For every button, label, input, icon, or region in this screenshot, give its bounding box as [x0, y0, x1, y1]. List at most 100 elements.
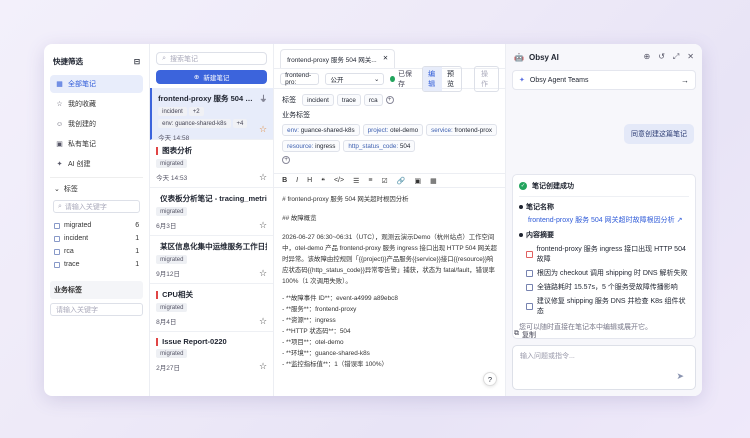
- sidebar-item-ai[interactable]: ✦ AI 创建: [50, 155, 143, 173]
- edit-mode-button[interactable]: 编辑: [423, 66, 443, 91]
- biz-tag-chip[interactable]: http_status_code: 504: [343, 140, 416, 152]
- star-icon[interactable]: ☆: [259, 269, 267, 278]
- add-tag-icon[interactable]: +: [385, 96, 394, 104]
- tag-item[interactable]: migrated 6: [50, 219, 143, 232]
- new-chat-icon[interactable]: ⊕: [643, 52, 650, 62]
- star-icon[interactable]: ☆: [259, 125, 267, 134]
- note-item[interactable]: 图表分析 migrated 今天 14:53 ☆: [150, 140, 274, 188]
- heading-line: ## 故障概览: [282, 215, 317, 222]
- tag-item[interactable]: trace 1: [50, 258, 143, 271]
- biz-tag-chip[interactable]: project: otel-demo: [362, 124, 424, 136]
- add-biz-tag-icon[interactable]: +: [282, 156, 291, 164]
- close-icon[interactable]: ✕: [687, 52, 694, 62]
- tag-icon: [54, 248, 60, 255]
- tab-note[interactable]: frontend-proxy 服务 504 网关... ✕: [280, 49, 396, 68]
- tag-icon: [54, 261, 60, 268]
- close-icon[interactable]: ✕: [383, 54, 388, 64]
- note-tag: incident: [158, 107, 187, 116]
- note-link[interactable]: frontend-proxy 服务 504 网关超时故障根因分析 ↗: [528, 215, 689, 225]
- sparkle-icon: ✦: [519, 77, 525, 84]
- tag-item[interactable]: rca 1: [50, 245, 143, 258]
- tags-section-header[interactable]: ⌄ 标签: [50, 177, 144, 198]
- tool-icon: [526, 302, 533, 310]
- ordered-list-icon[interactable]: ≡: [368, 177, 372, 184]
- checklist-icon[interactable]: ☑: [381, 177, 387, 185]
- note-tag: migrated: [156, 207, 188, 216]
- sidebar-item-all[interactable]: ▦ 全部笔记: [50, 75, 144, 93]
- history-icon[interactable]: ↺: [658, 52, 665, 62]
- note-date: 6月3日: [156, 223, 177, 230]
- note-item[interactable]: frontend-proxy 服务 504 网关超时 ⏚ incident+2 e…: [150, 88, 274, 142]
- space-select[interactable]: frontend-pro:: [280, 72, 320, 86]
- alert-icon: [526, 250, 533, 258]
- agent-teams-link[interactable]: ✦ Obsy Agent Teams →: [512, 70, 696, 90]
- copy-button[interactable]: ⧉ 复制: [514, 330, 536, 340]
- ai-input[interactable]: 输入问题或指令...: [512, 345, 696, 390]
- star-icon[interactable]: ☆: [259, 221, 267, 230]
- preview-mode-button[interactable]: 预览: [442, 67, 461, 91]
- sidebar-item-private[interactable]: ▣ 私有笔记: [50, 135, 143, 153]
- note-item[interactable]: 某区信息化集中运维服务工作日报 migrated 9月12日 ☆: [150, 236, 274, 284]
- editor-body[interactable]: # frontend-proxy 服务 504 网关超时根因分析 ## 故障概览…: [274, 188, 505, 376]
- list-item: - **服务**：frontend-proxy: [282, 306, 357, 313]
- note-item[interactable]: CPU相关 migrated 8月4日 ☆: [150, 284, 274, 332]
- tag-chip[interactable]: rca: [363, 94, 383, 106]
- editor-pane: frontend-proxy 服务 504 网关... ✕ frontend-pr…: [274, 44, 506, 396]
- send-icon[interactable]: ➤: [676, 371, 684, 382]
- bold-icon[interactable]: B: [282, 177, 287, 184]
- summary-item: 建议修复 shipping 服务 DNS 并检查 K8s 组件状态: [526, 296, 689, 316]
- note-search-input[interactable]: ⌕ 搜索笔记: [156, 52, 268, 65]
- heading-icon[interactable]: H: [307, 177, 312, 184]
- table-icon[interactable]: ▦: [430, 177, 437, 185]
- sidebar-item-favorites[interactable]: ☆ 我的收藏: [50, 95, 143, 113]
- expand-icon[interactable]: ⤢: [673, 52, 679, 62]
- biz-tag-search-input[interactable]: 请输入关键字: [50, 303, 144, 316]
- note-date: 9月12日: [156, 271, 180, 278]
- code-icon[interactable]: </>: [334, 177, 344, 184]
- action-button[interactable]: 操作: [473, 65, 499, 92]
- note-tag-more: +2: [188, 107, 204, 116]
- list-item: - **项目**：otel-demo: [282, 339, 344, 346]
- heading-line: # frontend-proxy 服务 504 网关超时根因分析: [282, 196, 409, 203]
- list-item: - **HTTP 状态码**：504: [282, 328, 351, 335]
- color-marker: [156, 146, 159, 155]
- arrow-right-icon: →: [681, 75, 689, 85]
- pin-icon[interactable]: ⏚: [260, 93, 268, 104]
- plus-icon: ⊕: [193, 74, 200, 81]
- star-icon[interactable]: ☆: [259, 362, 267, 371]
- tag-chip[interactable]: incident: [302, 94, 334, 106]
- quote-icon[interactable]: ❝: [321, 177, 325, 185]
- bullet-list-icon[interactable]: ☰: [353, 177, 359, 185]
- paragraph: 2026-06-27 06:30~06:31（UTC），观测云演示Demo（杭州…: [282, 234, 497, 285]
- help-button[interactable]: ?: [483, 372, 497, 386]
- tag-chip[interactable]: trace: [336, 94, 361, 106]
- tag-icon: [54, 222, 60, 229]
- note-item[interactable]: 仪表板分析笔记 - tracing_metrics migrated 6月3日 …: [150, 188, 274, 236]
- list-item: - **监控指标值**：1（错误率 100%）: [282, 361, 388, 368]
- visibility-select[interactable]: 公开 ⌄: [325, 72, 385, 85]
- lock-icon: ▣: [56, 140, 63, 148]
- save-status: 已保存: [390, 69, 414, 89]
- biz-tags-title: 业务标签: [50, 281, 144, 299]
- new-note-button[interactable]: ⊕ 新建笔记: [156, 70, 268, 84]
- check-icon: ✓: [519, 182, 527, 190]
- tag-search-input[interactable]: ⌕ 请输入关键字: [53, 200, 141, 213]
- summary-item: 根因为 checkout 调用 shipping 时 DNS 解析失败: [526, 268, 689, 278]
- note-item[interactable]: Issue Report-0220 migrated 2月27日 ☆: [150, 332, 273, 376]
- format-toolbar: B I H ❝ </> ☰ ≡ ☑ 🔗 ▣ ▦: [274, 174, 505, 188]
- link-icon[interactable]: 🔗: [397, 177, 406, 185]
- star-icon[interactable]: ☆: [259, 317, 267, 326]
- biz-tag-chip[interactable]: service: frontend-prox: [426, 124, 497, 136]
- app-window: 快捷筛选 ⊟ ▦ 全部笔记 ☆ 我的收藏 ☺ 我创建的 ▣ 私有笔记 ✦ AI 创建 ⌄ 标签…: [44, 44, 702, 396]
- sidebar-item-mine[interactable]: ☺ 我创建的: [50, 115, 143, 133]
- chevron-down-icon: ⌄: [373, 75, 380, 83]
- star-icon[interactable]: ☆: [259, 173, 267, 182]
- note-title: 某区信息化集中运维服务工作日报: [160, 242, 268, 251]
- collapse-icon[interactable]: ⊟: [134, 57, 140, 66]
- biz-tag-chip[interactable]: resource: ingress: [282, 140, 341, 152]
- tag-item[interactable]: incident 1: [50, 232, 143, 245]
- image-icon[interactable]: ▣: [414, 177, 421, 185]
- italic-icon[interactable]: I: [296, 177, 298, 184]
- note-tag: migrated: [156, 255, 188, 264]
- biz-tag-chip[interactable]: env: guance-shared-k8s: [282, 124, 360, 136]
